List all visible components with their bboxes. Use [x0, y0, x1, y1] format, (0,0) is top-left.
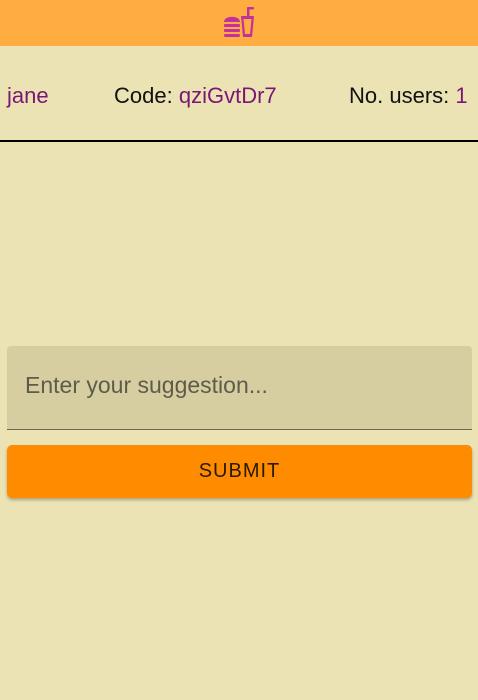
- suggestion-input[interactable]: [7, 346, 472, 429]
- username: jane: [7, 83, 49, 108]
- code-value: qziGvtDr7: [178, 83, 277, 108]
- session-code: Code: qziGvtDr7: [114, 83, 277, 109]
- suggestion-field: [7, 346, 472, 430]
- session-info-bar: jane Code: qziGvtDr7 No. users: 1: [0, 46, 478, 142]
- submit-button[interactable]: SUBMIT: [7, 445, 472, 498]
- fast-food-icon: [224, 7, 254, 37]
- user-count: No. users: 1: [349, 83, 468, 109]
- top-app-bar: [0, 0, 478, 46]
- users-count-value: 1: [455, 83, 468, 108]
- users-label: No. users:: [349, 83, 450, 108]
- code-label: Code:: [114, 83, 173, 108]
